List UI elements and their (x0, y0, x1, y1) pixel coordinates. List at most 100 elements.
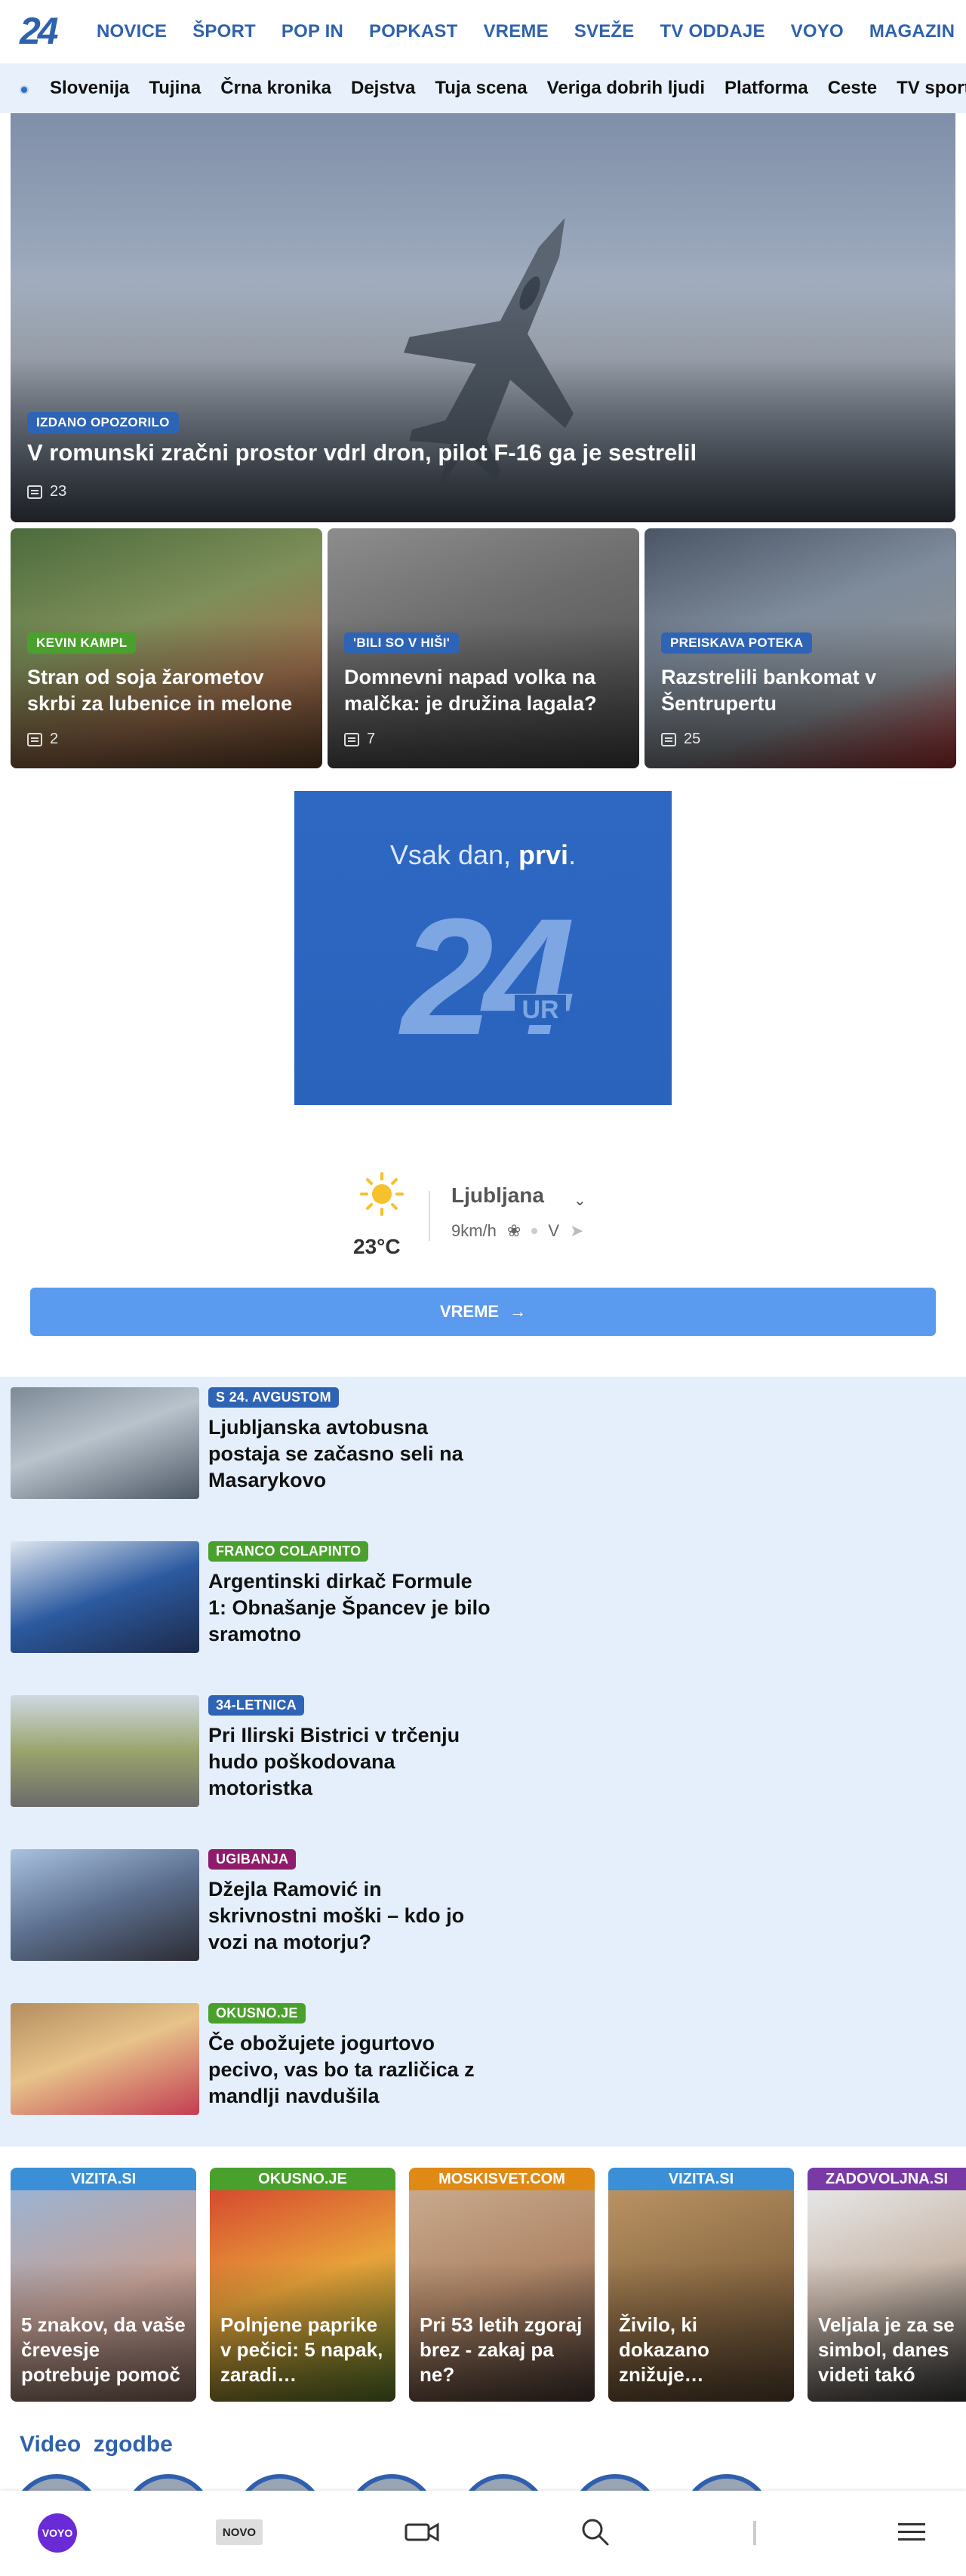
partner-card[interactable]: VIZITA.SI 5 znakov, da vaše črevesje pot… (11, 2168, 196, 2402)
direction-arrow-icon: ➤ (570, 1221, 584, 1240)
ad-logo-suffix: UR (515, 995, 566, 1025)
weather-temperature: 23°C (353, 1235, 401, 1258)
card-title[interactable]: Razstrelili bankomat v Šentrupertu (661, 664, 948, 717)
divider (753, 2521, 756, 2545)
article-title[interactable]: Džejla Ramović in skrivnostni moški – kd… (208, 1876, 495, 1956)
hero-article[interactable]: IZDANO OPOZORILO V romunski zračni prost… (11, 113, 955, 522)
subnav-veriga-dobrih-ljudi[interactable]: Veriga dobrih ljudi (547, 78, 705, 99)
chevron-down-icon[interactable]: ⌄ (574, 1191, 586, 1210)
partner-source: VIZITA.SI (11, 2168, 196, 2190)
nav-tv-oddaje[interactable]: TV ODDAJE (660, 21, 765, 42)
list-item[interactable]: 34-LETNICA Pri Ilirski Bistrici v trčenj… (11, 1685, 765, 1807)
live-dot-icon (20, 85, 29, 94)
subnav-tujina[interactable]: Tujina (149, 78, 201, 99)
subnav-ceste[interactable]: Ceste (828, 78, 877, 99)
nav-sport[interactable]: ŠPORT (192, 21, 256, 42)
subnav-platforma[interactable]: Platforma (724, 78, 808, 99)
hero-tag: IZDANO OPOZORILO (27, 412, 179, 433)
article-thumbnail[interactable] (11, 1541, 199, 1653)
partner-title[interactable]: Živilo, ki dokazano znižuje… (619, 2313, 789, 2387)
24ur-logo[interactable]: 24 (18, 11, 71, 50)
weather-city[interactable]: Ljubljana (451, 1183, 544, 1208)
nav-magazin[interactable]: MAGAZIN (869, 21, 955, 42)
comment-icon (27, 485, 42, 499)
card-title[interactable]: Stran od soja žarometov skrbi za lubenic… (27, 664, 314, 717)
sun-icon (360, 1172, 404, 1216)
nav-voyo[interactable]: VOYO (791, 21, 844, 42)
subnav-tv-sport[interactable]: TV sport (897, 78, 966, 99)
advertisement-banner[interactable]: Vsak dan, prvi. 24 UR (294, 791, 672, 1105)
partner-card[interactable]: VIZITA.SI Živilo, ki dokazano znižuje… (608, 2168, 794, 2402)
card-tag: KEVIN KAMPL (27, 632, 137, 654)
card-tag: 'BILI SO V HIŠI' (344, 632, 460, 654)
article-tag: OKUSNO.JE (208, 2003, 306, 2024)
article-card[interactable]: 'BILI SO V HIŠI' Domnevni napad volka na… (328, 528, 639, 768)
partner-card[interactable]: OKUSNO.JE Polnjene paprike v pečici: 5 n… (210, 2168, 395, 2402)
weather-divider (429, 1191, 430, 1241)
article-title[interactable]: Ljubljanska avtobusna postaja se začasno… (208, 1414, 495, 1494)
partner-source: ZADOVOLJNA.SI (808, 2168, 966, 2190)
partner-source: VIZITA.SI (608, 2168, 794, 2190)
list-item[interactable]: OKUSNO.JE Če obožujete jogurtovo pecivo,… (11, 1993, 765, 2115)
nav-vreme[interactable]: VREME (483, 21, 548, 42)
nav-sveze[interactable]: SVEŽE (574, 21, 635, 42)
partner-title[interactable]: Pri 53 letih zgoraj brez - zakaj pa ne? (420, 2313, 590, 2387)
card-title[interactable]: Domnevni napad volka na malčka: je druži… (344, 664, 631, 717)
bottom-navigation: VOYO NOVO (0, 2491, 966, 2576)
ad-logo-number: 24 (401, 884, 576, 1069)
card-comments[interactable]: 2 (27, 731, 58, 748)
nav-pop-in[interactable]: POP IN (281, 21, 343, 42)
novo-button[interactable]: NOVO (216, 2519, 263, 2545)
nav-popkast[interactable]: POPKAST (369, 21, 457, 42)
list-item[interactable]: FRANCO COLAPINTO Argentinski dirkač Form… (11, 1531, 765, 1653)
article-tag: S 24. AVGUSTOM (208, 1387, 339, 1408)
video-camera-icon[interactable] (405, 2521, 439, 2544)
partner-title[interactable]: Veljala je za se simbol, danes videti ta… (818, 2313, 966, 2387)
arrow-right-icon: → (509, 1302, 527, 1321)
article-thumbnail[interactable] (11, 1387, 199, 1499)
article-thumbnail[interactable] (11, 1849, 199, 1961)
article-card[interactable]: KEVIN KAMPL Stran od soja žarometov skrb… (11, 528, 322, 768)
article-tag: 34-LETNICA (208, 1695, 305, 1716)
voyo-button[interactable]: VOYO (38, 2513, 77, 2553)
hamburger-menu-icon[interactable] (897, 2521, 927, 2544)
video-stories-title: Video zgodbe (20, 2432, 173, 2457)
partner-title[interactable]: Polnjene paprike v pečici: 5 napak, zara… (220, 2313, 391, 2387)
comment-count: 7 (367, 731, 376, 747)
article-title[interactable]: Če obožujete jogurtovo pecivo, vas bo ta… (208, 2030, 495, 2110)
top-navigation-bar: 24 NOVICE ŠPORT POP IN POPKAST VREME SVE… (0, 0, 966, 63)
article-thumbnail[interactable] (11, 2003, 199, 2115)
subnav-dejstva[interactable]: Dejstva (351, 78, 415, 99)
article-title[interactable]: Pri Ilirski Bistrici v trčenju hudo pošk… (208, 1722, 495, 1802)
ad-slogan: Vsak dan, prvi. (389, 839, 577, 870)
main-nav: NOVICE ŠPORT POP IN POPKAST VREME SVEŽE … (97, 0, 966, 63)
article-thumbnail[interactable] (11, 1695, 199, 1807)
partner-source: MOSKISVET.COM (409, 2168, 595, 2190)
comment-icon (661, 732, 676, 746)
partner-card[interactable]: ZADOVOLJNA.SI Veljala je za se simbol, d… (808, 2168, 966, 2402)
weather-widget: 23°C Ljubljana ⌄ 9km/h ❀ V ➤ (0, 1162, 966, 1260)
card-comments[interactable]: 7 (344, 731, 375, 748)
comment-count: 2 (50, 731, 59, 747)
weather-button-label: VREME (439, 1302, 500, 1321)
comment-icon (27, 732, 42, 746)
partner-title[interactable]: 5 znakov, da vaše črevesje potrebuje pom… (21, 2313, 192, 2387)
search-icon[interactable] (580, 2516, 610, 2547)
partner-card[interactable]: MOSKISVET.COM Pri 53 letih zgoraj brez -… (409, 2168, 595, 2402)
subnav-slovenija[interactable]: Slovenija (50, 78, 129, 99)
comment-count: 23 (50, 483, 67, 500)
subnav: Slovenija Tujina Črna kronika Dejstva Tu… (50, 63, 966, 113)
nav-novice[interactable]: NOVICE (97, 21, 167, 42)
list-item[interactable]: S 24. AVGUSTOM Ljubljanska avtobusna pos… (11, 1377, 765, 1499)
list-item[interactable]: UGIBANJA Džejla Ramović in skrivnostni m… (11, 1839, 765, 1961)
subnav-crna-kronika[interactable]: Črna kronika (220, 78, 331, 99)
subnav-tuja-scena[interactable]: Tuja scena (435, 78, 527, 99)
article-card[interactable]: PREISKAVA POTEKA Razstrelili bankomat v … (645, 528, 956, 768)
comment-count: 25 (684, 731, 701, 747)
hero-comments[interactable]: 23 (27, 483, 66, 500)
article-title[interactable]: Argentinski dirkač Formule 1: Obnašanje … (208, 1568, 495, 1648)
weather-button[interactable]: VREME → (30, 1288, 936, 1336)
wind-direction: V (548, 1221, 560, 1240)
card-comments[interactable]: 25 (661, 731, 700, 748)
hero-title[interactable]: V romunski zračni prostor vdrl dron, pil… (27, 439, 933, 466)
